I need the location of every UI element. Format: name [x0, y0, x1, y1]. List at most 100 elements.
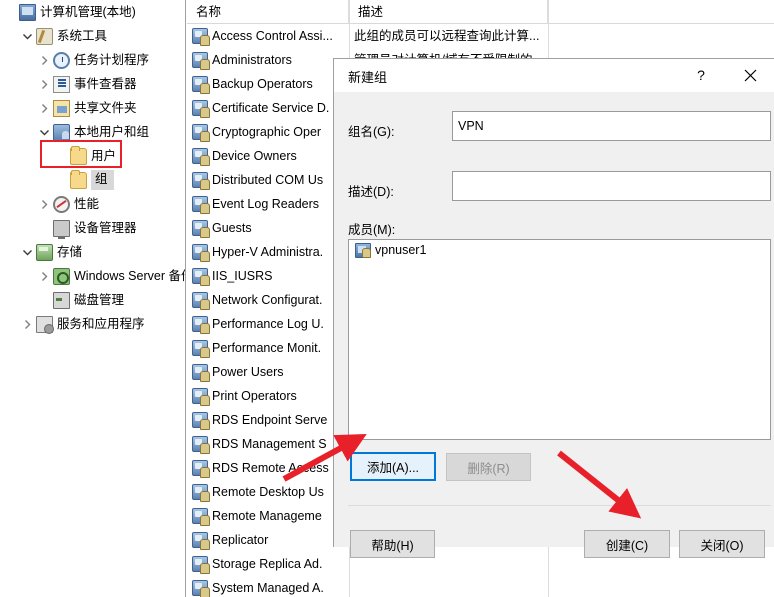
tree-item-9[interactable]: 设备管理器 [0, 216, 185, 240]
tree-item-8[interactable]: 性能 [0, 192, 185, 216]
close-icon[interactable] [728, 59, 772, 91]
group-icon [192, 364, 210, 382]
tree-item-label: 用户 [91, 148, 117, 163]
group-name-cell: Backup Operators [192, 72, 352, 96]
group-icon [192, 28, 210, 46]
group-name-text: Performance Monit. [212, 341, 322, 355]
new-group-dialog[interactable]: 新建组 ? 组名(G): 描述(D): 成员(M): vpnuser1 添加(A… [333, 58, 774, 558]
group-name-text: Power Users [212, 365, 284, 379]
chevron-right-icon[interactable] [38, 198, 51, 211]
group-icon [192, 196, 210, 214]
help-icon[interactable]: ? [680, 59, 722, 91]
dialog-titlebar[interactable]: 新建组 ? [334, 59, 774, 93]
column-header-filler [548, 0, 774, 24]
tree-item-11[interactable]: Windows Server 备份 [0, 264, 185, 288]
console-tree[interactable]: 计算机管理(本地) 系统工具任务计划程序 事件查看器 共享文件夹 本地用户和组用户组性能… [0, 0, 185, 336]
chevron-down-icon[interactable] [21, 246, 34, 259]
tree-item-2[interactable]: 任务计划程序 [0, 48, 185, 72]
tree-item-label: 组 [91, 170, 114, 190]
group-name-text: IIS_IUSRS [212, 269, 273, 283]
group-icon [192, 124, 210, 142]
column-header-description[interactable]: 描述 [349, 0, 548, 24]
group-name-cell: Print Operators [192, 384, 352, 408]
close-x-glyph [744, 69, 756, 81]
storage-icon [36, 243, 53, 261]
description-label: 描述(D): [348, 185, 394, 199]
group-name-cell: System Managed A. [192, 576, 352, 597]
tree-item-label: 系统工具 [57, 28, 108, 43]
group-name-text: Hyper-V Administra. [212, 245, 324, 259]
shared-folders-icon [53, 99, 70, 117]
chevron-down-icon[interactable] [38, 126, 51, 139]
group-name-text: RDS Remote Access [212, 461, 329, 475]
group-name-cell: Network Configurat. [192, 288, 352, 312]
chevron-right-icon[interactable] [38, 102, 51, 115]
tree-item-label: 磁盘管理 [74, 292, 125, 307]
table-row[interactable]: System Managed A. [187, 576, 774, 597]
group-name-text: Performance Log U. [212, 317, 324, 331]
group-icon [192, 340, 210, 358]
chevron-down-icon[interactable] [21, 30, 34, 43]
tree-item-5[interactable]: 本地用户和组 [0, 120, 185, 144]
group-name-text: Storage Replica Ad. [212, 557, 323, 571]
group-name-text: Device Owners [212, 149, 297, 163]
services-icon [36, 315, 54, 334]
tree-item-12[interactable]: 磁盘管理 [0, 288, 185, 312]
create-button[interactable]: 创建(C) [584, 530, 670, 558]
device-manager-icon [53, 219, 70, 239]
group-name-text: Administrators [212, 53, 292, 67]
group-icon [192, 388, 210, 406]
tree-item-7[interactable]: 组 [0, 168, 185, 192]
group-name-input[interactable] [452, 111, 771, 141]
disk-management-icon [53, 291, 70, 309]
folder-icon [70, 145, 87, 165]
console-tree-pane[interactable]: 计算机管理(本地) 系统工具任务计划程序 事件查看器 共享文件夹 本地用户和组用户组性能… [0, 0, 186, 597]
group-name-text: Distributed COM Us [212, 173, 324, 187]
group-name-text: Guests [212, 221, 252, 235]
group-name-text: RDS Management S [212, 437, 327, 451]
tree-item-label: Windows Server 备份 [74, 268, 186, 283]
members-label: 成员(M): [348, 223, 396, 237]
group-icon [192, 580, 210, 597]
group-name-text: Access Control Assi... [212, 29, 333, 43]
group-name-text: Print Operators [212, 389, 297, 403]
tree-item-10[interactable]: 存储 [0, 240, 185, 264]
group-name-text: Cryptographic Oper [212, 125, 322, 139]
members-listbox[interactable]: vpnuser1 [348, 239, 771, 440]
chevron-right-icon[interactable] [38, 270, 51, 283]
performance-icon [53, 195, 70, 213]
table-row[interactable]: Access Control Assi... 此组的成员可以远程查询此计算... [187, 24, 774, 48]
chevron-right-icon[interactable] [38, 54, 51, 67]
chevron-right-icon[interactable] [38, 78, 51, 91]
group-name-label: 组名(G): [348, 125, 395, 139]
event-viewer-icon [53, 75, 70, 93]
group-icon [192, 100, 210, 118]
help-button[interactable]: 帮助(H) [350, 530, 435, 558]
group-icon [192, 484, 210, 502]
close-button[interactable]: 关闭(O) [679, 530, 765, 558]
add-button[interactable]: 添加(A)... [350, 452, 436, 481]
member-list-item[interactable]: vpnuser1 [349, 240, 770, 260]
group-name-text: Certificate Service D. [212, 101, 330, 115]
tree-item-6[interactable]: 用户 [0, 144, 185, 168]
tree-item-0[interactable]: 计算机管理(本地) [0, 0, 185, 24]
tree-item-13[interactable]: 服务和应用程序 [0, 312, 185, 336]
group-name-cell: Device Owners [192, 144, 352, 168]
group-name-cell: Administrators [192, 48, 352, 72]
tree-item-4[interactable]: 共享文件夹 [0, 96, 185, 120]
group-icon [192, 244, 210, 262]
group-icon [192, 52, 210, 70]
tree-item-3[interactable]: 事件查看器 [0, 72, 185, 96]
tree-item-1[interactable]: 系统工具 [0, 24, 185, 48]
chevron-right-icon[interactable] [21, 318, 34, 331]
description-input[interactable] [452, 171, 771, 201]
group-name-text: Network Configurat. [212, 293, 323, 307]
member-name: vpnuser1 [375, 243, 427, 257]
computer-icon [19, 3, 36, 21]
column-header-name[interactable]: 名称 [187, 0, 349, 24]
tree-item-label: 存储 [57, 244, 83, 259]
dialog-title: 新建组 [348, 70, 388, 85]
group-name-cell: Power Users [192, 360, 352, 384]
